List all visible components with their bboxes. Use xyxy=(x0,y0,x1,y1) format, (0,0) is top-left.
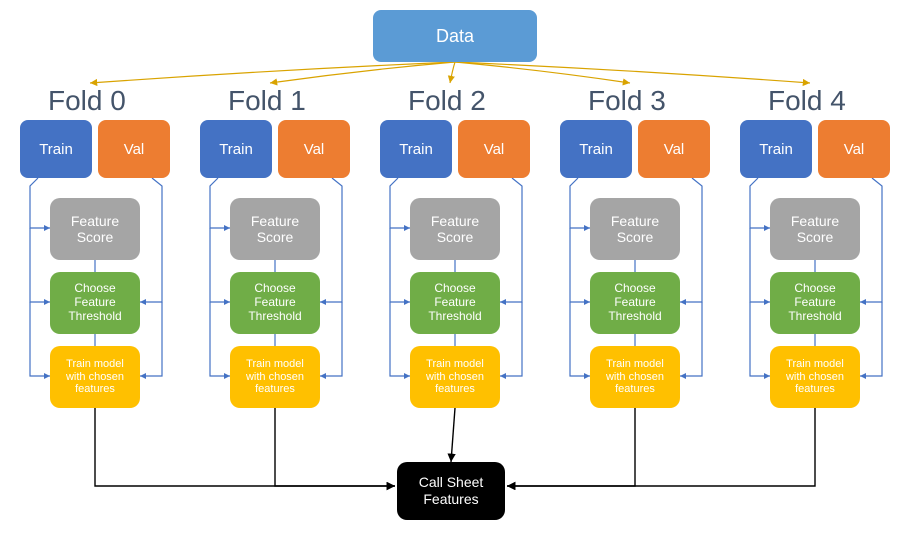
call-sheet-label: Call SheetFeatures xyxy=(419,474,484,508)
val-label: Val xyxy=(484,141,505,158)
choose-threshold-box-4: ChooseFeatureThreshold xyxy=(770,272,860,334)
data-label: Data xyxy=(436,26,474,47)
feature-score-box-3: FeatureScore xyxy=(590,198,680,260)
fold-heading-2: Fold 2 xyxy=(408,85,486,117)
feature-score-label: FeatureScore xyxy=(611,213,659,245)
feature-score-label: FeatureScore xyxy=(791,213,839,245)
fold-heading-1: Fold 1 xyxy=(228,85,306,117)
feature-score-label: FeatureScore xyxy=(71,213,119,245)
val-label: Val xyxy=(304,141,325,158)
choose-threshold-box-2: ChooseFeatureThreshold xyxy=(410,272,500,334)
choose-threshold-box-0: ChooseFeatureThreshold xyxy=(50,272,140,334)
feature-score-box-0: FeatureScore xyxy=(50,198,140,260)
train-box-0: Train xyxy=(20,120,92,178)
train-box-4: Train xyxy=(740,120,812,178)
train-label: Train xyxy=(219,141,253,158)
train-label: Train xyxy=(579,141,613,158)
train-label: Train xyxy=(39,141,73,158)
train-model-label: Train modelwith chosenfeatures xyxy=(786,358,844,396)
feature-score-box-2: FeatureScore xyxy=(410,198,500,260)
val-box-2: Val xyxy=(458,120,530,178)
train-model-label: Train modelwith chosenfeatures xyxy=(246,358,304,396)
choose-threshold-label: ChooseFeatureThreshold xyxy=(788,282,841,323)
call-sheet-box: Call SheetFeatures xyxy=(397,462,505,520)
train-model-box-1: Train modelwith chosenfeatures xyxy=(230,346,320,408)
train-model-box-3: Train modelwith chosenfeatures xyxy=(590,346,680,408)
feature-score-box-4: FeatureScore xyxy=(770,198,860,260)
train-model-label: Train modelwith chosenfeatures xyxy=(66,358,124,396)
choose-threshold-label: ChooseFeatureThreshold xyxy=(248,282,301,323)
feature-score-box-1: FeatureScore xyxy=(230,198,320,260)
data-box: Data xyxy=(373,10,537,62)
train-box-1: Train xyxy=(200,120,272,178)
choose-threshold-label: ChooseFeatureThreshold xyxy=(68,282,121,323)
val-label: Val xyxy=(124,141,145,158)
choose-threshold-box-3: ChooseFeatureThreshold xyxy=(590,272,680,334)
choose-threshold-box-1: ChooseFeatureThreshold xyxy=(230,272,320,334)
train-model-box-2: Train modelwith chosenfeatures xyxy=(410,346,500,408)
fold-heading-4: Fold 4 xyxy=(768,85,846,117)
train-model-box-0: Train modelwith chosenfeatures xyxy=(50,346,140,408)
val-box-1: Val xyxy=(278,120,350,178)
val-box-4: Val xyxy=(818,120,890,178)
train-label: Train xyxy=(759,141,793,158)
fold-heading-0: Fold 0 xyxy=(48,85,126,117)
choose-threshold-label: ChooseFeatureThreshold xyxy=(608,282,661,323)
train-label: Train xyxy=(399,141,433,158)
fold-heading-3: Fold 3 xyxy=(588,85,666,117)
connectors-svg xyxy=(0,0,900,537)
feature-score-label: FeatureScore xyxy=(431,213,479,245)
val-box-3: Val xyxy=(638,120,710,178)
feature-score-label: FeatureScore xyxy=(251,213,299,245)
train-model-label: Train modelwith chosenfeatures xyxy=(426,358,484,396)
val-label: Val xyxy=(844,141,865,158)
val-box-0: Val xyxy=(98,120,170,178)
train-box-3: Train xyxy=(560,120,632,178)
val-label: Val xyxy=(664,141,685,158)
train-model-box-4: Train modelwith chosenfeatures xyxy=(770,346,860,408)
choose-threshold-label: ChooseFeatureThreshold xyxy=(428,282,481,323)
train-box-2: Train xyxy=(380,120,452,178)
train-model-label: Train modelwith chosenfeatures xyxy=(606,358,664,396)
